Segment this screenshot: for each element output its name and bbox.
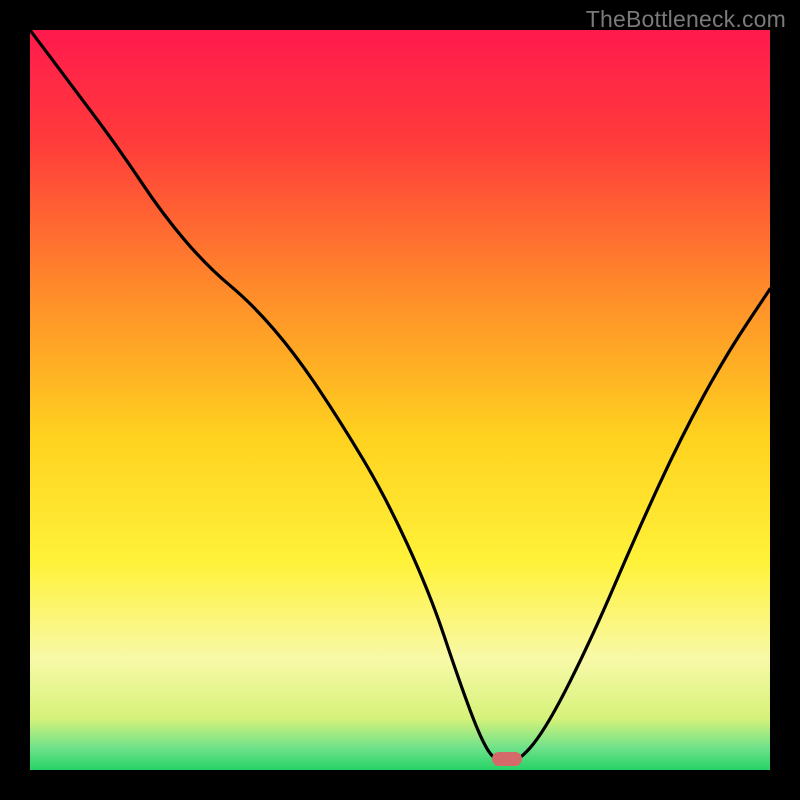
curve-path [30,30,770,763]
watermark-text: TheBottleneck.com [586,6,786,33]
chart-frame: TheBottleneck.com [0,0,800,800]
plot-area [30,30,770,770]
optimal-marker [492,752,522,766]
bottleneck-curve [30,30,770,770]
